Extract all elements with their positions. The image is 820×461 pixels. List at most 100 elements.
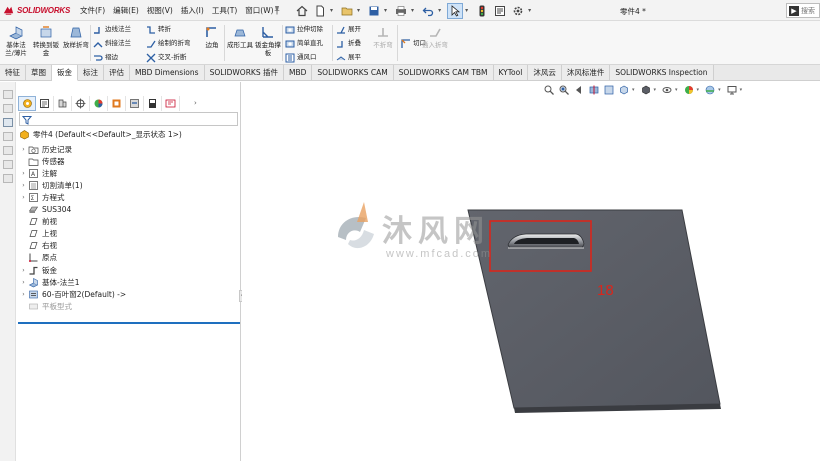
unfold-button[interactable]: 展开	[336, 24, 361, 35]
select-pointer-icon[interactable]	[447, 2, 464, 19]
tab-solidworks-cam[interactable]: SOLIDWORKS CAM	[312, 65, 394, 80]
tab-features[interactable]: 特征	[0, 65, 26, 80]
new-document-icon[interactable]	[312, 3, 328, 19]
tab-sketch[interactable]: 草图	[26, 65, 52, 80]
menu-edit[interactable]: 编辑(E)	[109, 5, 143, 16]
left-strip-tool-6-icon[interactable]	[3, 160, 13, 169]
feature-tree-item-louver-feature[interactable]: › 60-百叶窗2(Default) ->	[19, 288, 126, 300]
feature-tree-item-flat-pattern[interactable]: 平板型式	[19, 300, 72, 312]
model-viewport[interactable]	[242, 82, 820, 461]
insert-bends-button[interactable]: 插入折弯	[420, 24, 450, 62]
rollback-bar[interactable]	[18, 322, 240, 324]
expand-chevron-icon[interactable]: ›	[19, 194, 28, 201]
miter-flange-button[interactable]: 斜接法兰	[93, 38, 131, 49]
edge-flange-button[interactable]: 边线法兰	[93, 24, 131, 35]
menu-view[interactable]: 视图(V)	[143, 5, 177, 16]
feature-tree-root[interactable]: 零件4 (Default<<Default>_显示状态 1>)	[19, 129, 182, 140]
options-gear-icon[interactable]	[510, 3, 526, 19]
expand-chevron-icon[interactable]: ›	[19, 182, 28, 189]
no-bends-button[interactable]: 不折弯	[370, 24, 396, 62]
feature-tree-filter[interactable]	[19, 112, 238, 126]
tolerance-tree-icon[interactable]	[162, 95, 180, 111]
forming-tool-button[interactable]: 成形工具	[226, 24, 254, 62]
tab-kytool[interactable]: KYTool	[493, 65, 529, 80]
dimxpert-manager-icon[interactable]	[72, 95, 90, 111]
undo-icon[interactable]	[420, 3, 436, 19]
file-properties-icon[interactable]	[492, 3, 508, 19]
print-dropdown-icon[interactable]: ▾	[411, 7, 414, 14]
tab-mbd[interactable]: MBD	[284, 65, 313, 80]
pin-menu-icon[interactable]	[272, 5, 282, 15]
print-icon[interactable]	[393, 3, 409, 19]
jog-button[interactable]: 转折	[146, 24, 171, 35]
home-icon[interactable]	[294, 3, 310, 19]
expand-chevron-icon[interactable]: ›	[19, 291, 28, 298]
extruded-cut-button[interactable]: 拉伸切除	[285, 24, 323, 35]
feature-tree-item-plane[interactable]: 上视	[19, 228, 57, 240]
feature-tree-item-origin[interactable]: 原点	[19, 252, 57, 264]
menu-insert[interactable]: 插入(I)	[177, 5, 208, 16]
tab-markup[interactable]: 标注	[78, 65, 104, 80]
expand-chevron-icon[interactable]: ›	[19, 267, 28, 274]
tab-solidworks-cam-tbm[interactable]: SOLIDWORKS CAM TBM	[393, 65, 494, 80]
cross-break-button[interactable]: 交叉-折断	[146, 52, 186, 63]
vent-button[interactable]: 通风口	[285, 52, 317, 63]
tab-evaluate[interactable]: 评估	[104, 65, 130, 80]
corners-button[interactable]: 边角	[200, 24, 224, 62]
feature-tree-item-annotations[interactable]: › A 注解	[19, 167, 57, 179]
hem-button[interactable]: 褶边	[93, 52, 118, 63]
undo-dropdown-icon[interactable]: ▾	[438, 7, 441, 14]
cam-tool-tree-icon[interactable]	[144, 95, 162, 111]
expand-chevron-icon[interactable]: ›	[19, 146, 28, 153]
feature-tree-item-material[interactable]: SUS304	[19, 204, 71, 216]
flatten-button[interactable]: 展平	[336, 52, 361, 63]
feature-tree-item-equations[interactable]: › Σ 方程式	[19, 191, 64, 203]
feature-tree-item-history-folder[interactable]: › 历史记录	[19, 143, 72, 155]
save-icon[interactable]	[366, 3, 382, 19]
feature-tree-item-plane[interactable]: 右视	[19, 240, 57, 252]
sheetmetal-gusset-button[interactable]: 钣金角撑板	[254, 24, 282, 62]
sheet-metal-part[interactable]	[467, 209, 721, 409]
open-folder-icon[interactable]	[339, 3, 355, 19]
options-dropdown-icon[interactable]: ▾	[528, 7, 531, 14]
display-manager-icon[interactable]	[90, 95, 108, 111]
rebuild-traffic-light-icon[interactable]	[474, 3, 490, 19]
cam-feature-tree-icon[interactable]	[108, 95, 126, 111]
panel-tabs-more-icon[interactable]: ›	[194, 99, 197, 107]
select-dropdown-icon[interactable]: ▾	[465, 7, 468, 14]
tab-sheet-metal[interactable]: 钣金	[52, 65, 78, 81]
expand-chevron-icon[interactable]: ›	[19, 279, 28, 286]
menu-tools[interactable]: 工具(T)	[208, 5, 241, 16]
search-input[interactable]	[801, 5, 820, 16]
lofted-bend-button[interactable]: 放样折弯	[62, 24, 90, 62]
expand-chevron-icon[interactable]: ›	[19, 170, 28, 177]
feature-tree-item-cut-list[interactable]: › 切割清单(1)	[19, 179, 82, 191]
tab-mbd-dimensions[interactable]: MBD Dimensions	[130, 65, 205, 80]
menu-file[interactable]: 文件(F)	[76, 5, 109, 16]
tab-solidworks-addins[interactable]: SOLIDWORKS 插件	[204, 65, 284, 80]
featuremanager-tree-icon[interactable]	[18, 95, 36, 111]
feature-tree-item-plane[interactable]: 前视	[19, 216, 57, 228]
sketched-bend-button[interactable]: 绘制的折弯	[146, 38, 191, 49]
tab-mufeng-standard-parts[interactable]: 沐风标准件	[561, 65, 611, 80]
fold-button[interactable]: 折叠	[336, 38, 361, 49]
left-strip-tool-5-icon[interactable]	[3, 146, 13, 155]
left-strip-tool-3-icon[interactable]	[3, 118, 13, 127]
open-dropdown-icon[interactable]: ▾	[357, 7, 360, 14]
search-go-icon[interactable]: ▶	[789, 6, 799, 16]
left-strip-tool-7-icon[interactable]	[3, 174, 13, 183]
left-strip-tool-1-icon[interactable]	[3, 90, 13, 99]
cam-operation-tree-icon[interactable]	[126, 95, 144, 111]
left-strip-tool-4-icon[interactable]	[3, 132, 13, 141]
simple-hole-button[interactable]: 简单直孔	[285, 38, 323, 49]
convert-to-sheetmetal-button[interactable]: 转换到钣金	[32, 24, 60, 62]
new-dropdown-icon[interactable]: ▾	[330, 7, 333, 14]
feature-tree-item-sensors[interactable]: 传感器	[19, 155, 65, 167]
louver-feature[interactable]	[507, 233, 585, 249]
feature-tree-item-sheet-metal[interactable]: › 钣金	[19, 264, 57, 276]
base-flange-button[interactable]: 基体法兰/薄片	[2, 24, 30, 62]
left-strip-tool-2-icon[interactable]	[3, 104, 13, 113]
configuration-manager-icon[interactable]	[54, 95, 72, 111]
tab-mufeng-cloud[interactable]: 沐风云	[528, 65, 562, 80]
save-dropdown-icon[interactable]: ▾	[384, 7, 387, 14]
